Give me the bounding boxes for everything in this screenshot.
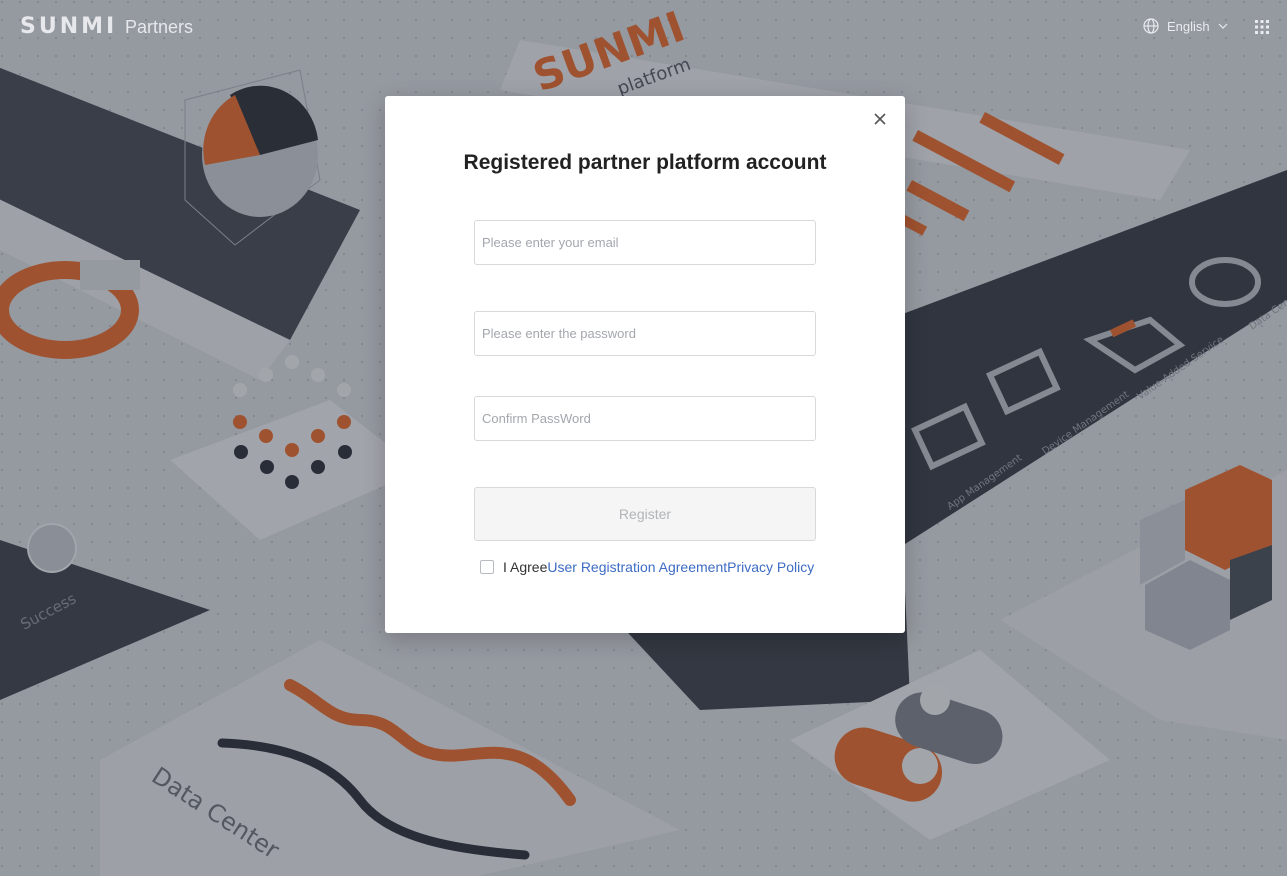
user-agreement-link[interactable]: User Registration Agreement [547, 559, 727, 575]
partners-label: Partners [125, 17, 194, 37]
password-input[interactable] [474, 311, 816, 356]
page-stage: SUNMI platform Success Data Center App M… [0, 0, 1287, 876]
email-input[interactable] [474, 220, 816, 265]
apps-grid-icon[interactable] [1255, 20, 1269, 34]
language-selector[interactable]: English [1143, 18, 1228, 34]
sunmi-logo: SUNMI [20, 14, 118, 39]
register-modal: Registered partner platform account Regi… [385, 96, 905, 633]
confirm-password-input[interactable] [474, 396, 816, 441]
agreement-row: I Agree User Registration Agreement Priv… [480, 559, 814, 575]
agree-prefix: I Agree [503, 559, 548, 575]
register-button[interactable]: Register [474, 487, 816, 541]
top-header: SUNMI Partners English [0, 0, 1287, 56]
globe-icon [1143, 18, 1159, 34]
close-icon[interactable] [871, 110, 889, 128]
chevron-down-icon [1218, 23, 1228, 29]
modal-title: Registered partner platform account [463, 151, 827, 174]
privacy-policy-link[interactable]: Privacy Policy [727, 559, 814, 575]
agree-checkbox[interactable] [480, 560, 494, 574]
language-label: English [1167, 18, 1210, 34]
